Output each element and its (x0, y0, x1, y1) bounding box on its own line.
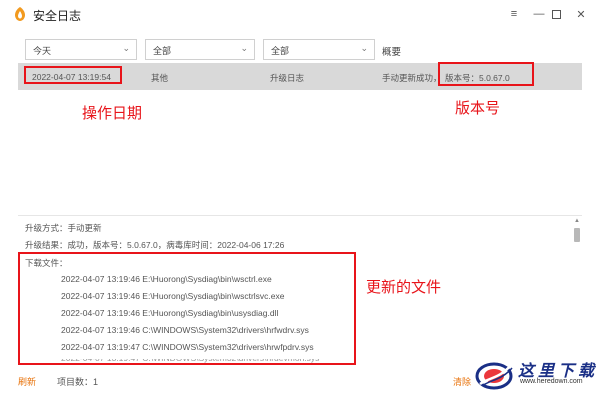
refresh-button[interactable]: 刷新 (18, 375, 36, 388)
chevron-down-icon: ⌄ (360, 43, 368, 53)
clear-button[interactable]: 清除 (453, 375, 471, 388)
menu-icon[interactable]: ≡ (506, 6, 522, 22)
scroll-up-icon[interactable]: ▲ (574, 218, 580, 224)
window-title: 安全日志 (33, 9, 82, 23)
time-filter-value: 今天 (33, 46, 52, 56)
item-count: 项目数：1 (57, 377, 99, 387)
version-highlight-box (438, 62, 534, 86)
summary-column-header: 概要 (382, 47, 402, 58)
date-highlight-box (24, 66, 122, 84)
maximize-icon[interactable] (548, 6, 564, 22)
result-filter-value: 全部 (271, 46, 290, 56)
close-icon[interactable]: ✕ (573, 6, 589, 22)
watermark-logo-icon (475, 362, 513, 390)
version-annotation: 版本号 (455, 100, 501, 117)
files-annotation: 更新的文件 (366, 279, 442, 296)
files-highlight-box (18, 252, 356, 365)
row-summary: 手动更新成功， (382, 73, 442, 83)
category-filter-value: 全部 (153, 46, 172, 56)
date-annotation: 操作日期 (82, 105, 143, 122)
watermark: 这里下载 www.heredown.com (470, 354, 600, 394)
row-category: 升级日志 (270, 73, 305, 83)
time-filter-select[interactable]: 今天 ⌄ (25, 39, 137, 60)
upgrade-result: 升级结果：成功，版本号：5.0.67.0，病毒库时间：2022-04-06 17… (25, 240, 285, 250)
watermark-url: www.heredown.com (520, 378, 583, 385)
shield-logo-icon (15, 7, 25, 21)
scroll-thumb[interactable] (574, 228, 580, 242)
minimize-icon[interactable]: — (531, 6, 547, 22)
chevron-down-icon: ⌄ (240, 43, 248, 53)
title-bar: 安全日志 ≡ — ✕ (0, 0, 600, 28)
panel-divider (18, 215, 582, 216)
row-type: 其他 (151, 73, 169, 83)
result-filter-select[interactable]: 全部 ⌄ (263, 39, 375, 60)
details-scrollbar[interactable]: ▲ (572, 216, 582, 366)
category-filter-select[interactable]: 全部 ⌄ (145, 39, 255, 60)
upgrade-method: 升级方式：手动更新 (25, 223, 102, 233)
chevron-down-icon: ⌄ (122, 43, 130, 53)
